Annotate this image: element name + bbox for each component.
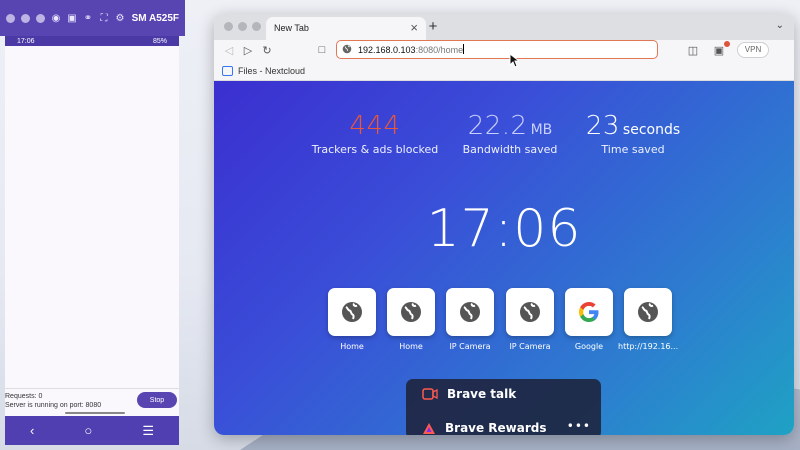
phone-statusbar: 17:06 85% [5, 36, 179, 46]
back-icon[interactable]: ◁ [222, 44, 236, 57]
tile-label: http://192.16... [618, 342, 679, 351]
url-path: :8080/home [415, 45, 464, 55]
address-bar[interactable]: 192.168.0.103:8080/home [336, 40, 658, 59]
tab-strip: New Tab × + ⌄ [214, 14, 794, 40]
stat-time: 23 seconds Time saved [574, 111, 692, 156]
new-tab-button[interactable]: + [426, 18, 440, 35]
text-caret [463, 44, 465, 54]
phone-nav-bar: ‹ ○ ☰ [5, 416, 179, 445]
phone-emulator: ◉ ▣ ⚭ ⛶ ⚙ SM A525F 17:06 85% Requests: 0… [0, 0, 185, 450]
google-icon [579, 302, 599, 322]
close-dot[interactable] [6, 13, 15, 23]
vpn-button[interactable]: VPN [737, 42, 769, 58]
phone-screen [5, 46, 179, 390]
sidebar-icon[interactable]: ◫ [686, 44, 700, 57]
window-maximize-dot[interactable] [252, 22, 261, 31]
tile-label: IP Camera [449, 342, 491, 351]
chevron-down-icon[interactable]: ⌄ [776, 20, 784, 31]
top-site-tile[interactable]: Home [387, 288, 437, 351]
server-status: Server is running on port: 8080 [5, 402, 102, 409]
bandwidth-label: Bandwidth saved [462, 143, 558, 156]
headphones-icon[interactable]: ⚭ [83, 13, 93, 24]
new-tab-page: 444 Trackers & ads blocked 22.2 MB Bandwi… [214, 81, 794, 435]
time-unit: seconds [622, 122, 681, 138]
status-time: 17:06 [17, 37, 35, 45]
notification-badge [724, 41, 730, 47]
battery-level: 85% [152, 37, 167, 45]
video-icon [422, 388, 438, 400]
forward-icon[interactable]: ▷ [241, 44, 255, 57]
clock: 17:06 [426, 199, 582, 259]
trackers-count: 444 [349, 111, 401, 141]
window-minimize-dot[interactable] [238, 22, 247, 31]
video-icon[interactable]: ▣ [67, 13, 77, 24]
minimize-dot[interactable] [21, 13, 30, 23]
folder-icon [222, 66, 233, 76]
top-site-tile[interactable]: IP Camera [446, 288, 496, 351]
bookmark-icon[interactable]: □ [315, 44, 329, 56]
maximize-dot[interactable] [36, 13, 45, 23]
rewards-icon [423, 422, 435, 434]
bandwidth-unit: MB [530, 122, 553, 138]
url-host: 192.168.0.103 [358, 45, 416, 55]
camera-icon[interactable]: ◉ [51, 13, 61, 24]
globe-icon [342, 44, 352, 54]
globe-icon [460, 302, 480, 322]
tile-label: Home [399, 342, 423, 351]
time-value: 23 [585, 111, 620, 141]
more-options-icon[interactable]: ••• [567, 419, 591, 433]
time-label: Time saved [601, 143, 665, 156]
stop-button[interactable]: Stop [137, 392, 177, 408]
device-name: SM A525F [131, 12, 179, 24]
trackers-label: Trackers & ads blocked [311, 143, 439, 156]
tile-label: Home [340, 342, 364, 351]
top-site-tile[interactable]: Google [565, 288, 615, 351]
brave-cards: Brave talk Brave Rewards ••• [406, 379, 601, 435]
browser-toolbar: ◁ ▷ ↻ □ 192.168.0.103:8080/home ◫ ▣ VPN [214, 40, 794, 64]
stat-trackers: 444 Trackers & ads blocked [310, 111, 440, 156]
bookmarks-bar: Files - Nextcloud [214, 64, 794, 81]
top-site-tile[interactable]: Home [328, 288, 378, 351]
gear-icon[interactable]: ⚙ [115, 13, 125, 24]
fullscreen-icon[interactable]: ⛶ [99, 13, 109, 24]
brave-talk-card[interactable]: Brave talk [422, 387, 516, 401]
tile-label: Google [574, 342, 604, 351]
close-icon[interactable]: × [410, 20, 418, 35]
stat-bandwidth: 22.2 MB Bandwidth saved [454, 111, 566, 156]
browser-window: New Tab × + ⌄ ◁ ▷ ↻ □ 192.168.0.103:8080… [214, 14, 794, 435]
recents-icon[interactable]: ☰ [142, 423, 154, 439]
tab-new-tab[interactable]: New Tab × [266, 17, 426, 40]
home-icon[interactable]: ○ [84, 423, 92, 438]
brave-rewards-label: Brave Rewards [445, 421, 547, 435]
brave-talk-label: Brave talk [447, 387, 517, 401]
mouse-cursor-icon [509, 53, 519, 68]
back-icon[interactable]: ‹ [30, 423, 34, 438]
window-close-dot[interactable] [224, 22, 233, 31]
emulator-titlebar: ◉ ▣ ⚭ ⛶ ⚙ SM A525F [0, 0, 185, 36]
tab-title: New Tab [274, 23, 309, 33]
globe-icon [638, 302, 658, 322]
scroll-indicator [65, 412, 125, 414]
globe-icon [342, 302, 362, 322]
top-site-tile[interactable]: IP Camera [506, 288, 556, 351]
top-site-tile[interactable]: http://192.16... [618, 288, 678, 351]
server-panel: Requests: 0 Server is running on port: 8… [5, 388, 179, 416]
reload-icon[interactable]: ↻ [260, 44, 274, 57]
globe-icon [401, 302, 421, 322]
globe-icon [520, 302, 540, 322]
bookmark-files-nextcloud[interactable]: Files - Nextcloud [238, 66, 305, 76]
requests-count: Requests: 0 [5, 393, 43, 400]
brave-rewards-card[interactable]: Brave Rewards [422, 421, 547, 435]
bandwidth-value: 22.2 [467, 111, 528, 141]
tile-label: IP Camera [509, 342, 551, 351]
